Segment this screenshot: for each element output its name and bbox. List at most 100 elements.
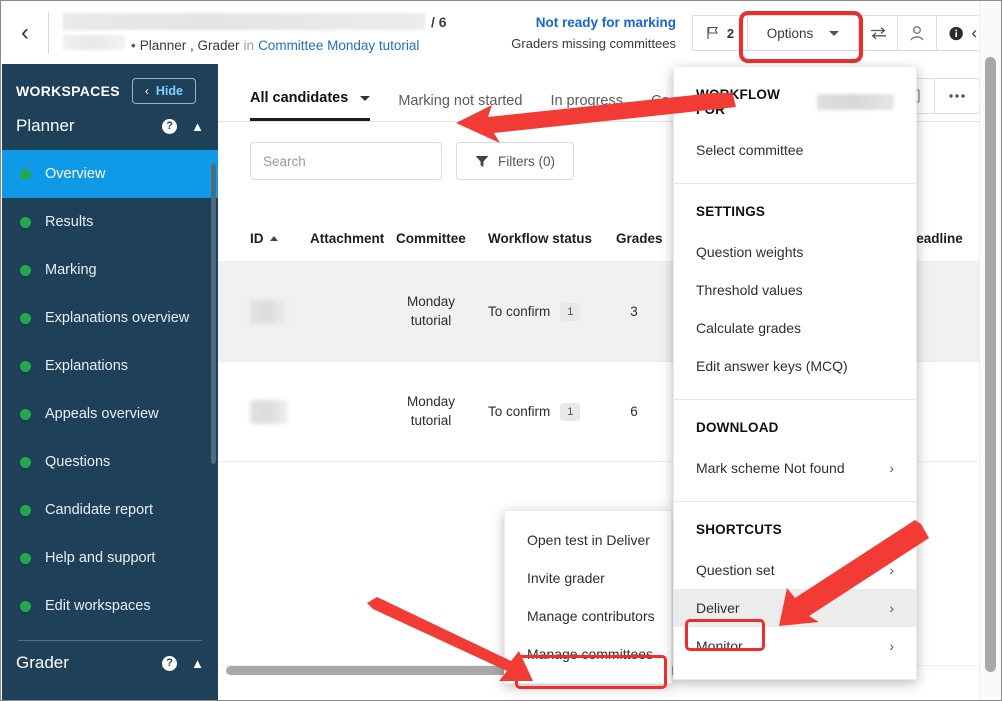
sidebar-item-marking[interactable]: Marking (2, 246, 218, 294)
option-label: Monitor (696, 638, 743, 654)
sidebar-group-grader[interactable]: Grader ? ▲ (2, 641, 218, 687)
chevron-right-icon: › (889, 460, 894, 476)
sidebar-item-questions[interactable]: Questions (2, 438, 218, 486)
section-label: DOWNLOAD (696, 420, 779, 435)
workflow-status-badge: 1 (560, 302, 581, 321)
option-threshold-values[interactable]: Threshold values (674, 271, 916, 309)
context-invite-grader[interactable]: Invite grader (505, 559, 671, 597)
sidebar-group-planner[interactable]: Planner ? ▲ (2, 104, 218, 150)
workflow-status-badge: 1 (560, 402, 581, 421)
status-dot-icon (20, 504, 31, 516)
col-grades[interactable]: Grades (616, 231, 674, 246)
status-dot-icon (20, 552, 31, 564)
option-label: Edit answer keys (MCQ) (696, 358, 848, 374)
app-header: ‹ / 6 • Planner , Grader in Committee Mo… (2, 2, 1001, 64)
option-select-committee[interactable]: Select committee (674, 131, 916, 169)
sidebar-item-results[interactable]: Results (2, 198, 218, 246)
committee-line-1: Monday (406, 394, 456, 410)
id-redacted (250, 399, 288, 424)
sidebar-item-label: Marking (45, 262, 97, 278)
sidebar-group-label: Grader (16, 653, 69, 672)
sidebar-item-label: Results (45, 214, 94, 230)
sidebar-item-help-and-support[interactable]: Help and support (2, 534, 218, 582)
transfer-button[interactable] (858, 15, 898, 51)
col-label: Workflow status (488, 231, 593, 246)
context-manage-contributors[interactable]: Manage contributors (505, 597, 671, 635)
section-label: SHORTCUTS (696, 522, 782, 537)
status-block: Not ready for marking Graders missing co… (511, 15, 676, 51)
options-button[interactable]: Options (747, 15, 859, 51)
option-label: Calculate grades (696, 320, 802, 336)
option-mark-scheme[interactable]: Mark scheme Not found › (674, 449, 916, 487)
option-question-set[interactable]: Question set › (674, 551, 916, 589)
header-button-group: 2 Options ‹ (692, 15, 990, 51)
user-icon (910, 25, 924, 40)
status-dot-icon (20, 216, 31, 228)
chevron-right-icon: › (889, 638, 894, 654)
chevron-down-icon (829, 30, 840, 36)
info-icon (949, 26, 963, 40)
funnel-icon (475, 155, 489, 167)
sidebar-item-explanations-overview[interactable]: Explanations overview (2, 294, 218, 342)
tab-in-progress[interactable]: In progress (550, 93, 623, 121)
tab-all-candidates[interactable]: All candidates (250, 90, 371, 121)
subject-redacted (63, 35, 125, 50)
header-divider (48, 12, 49, 54)
tab-completed[interactable]: Co (651, 93, 670, 121)
search-box[interactable] (250, 142, 442, 180)
workflow-target-redacted (817, 94, 894, 110)
sidebar-item-label: Overview (45, 166, 106, 182)
filters-button[interactable]: Filters (0) (456, 142, 574, 180)
search-input[interactable] (263, 153, 440, 169)
context-manage-committees[interactable]: Manage committees (505, 635, 671, 673)
option-calculate-grades[interactable]: Calculate grades (674, 309, 916, 347)
option-label: Question weights (696, 244, 804, 260)
status-detail: Graders missing committees (511, 36, 676, 51)
ellipsis-icon (949, 94, 965, 98)
option-question-weights[interactable]: Question weights (674, 233, 916, 271)
section-label: SETTINGS (696, 204, 766, 219)
sidebar-scrollbar[interactable] (211, 164, 216, 464)
options-section-download: DOWNLOAD Mark scheme Not found › (674, 400, 916, 501)
status-dot-icon (20, 408, 31, 420)
cell-grades: 3 (616, 304, 674, 319)
flag-button[interactable]: 2 (692, 15, 748, 51)
options-section-settings: SETTINGS Question weights Threshold valu… (674, 184, 916, 399)
col-attachment[interactable]: Attachment (310, 231, 396, 246)
page-count: / 6 (431, 13, 447, 30)
sidebar-item-candidate-report[interactable]: Candidate report (2, 486, 218, 534)
sidebar-group-icons: ? ▲ (162, 118, 204, 134)
tab-marking-not-started[interactable]: Marking not started (398, 93, 522, 121)
chevron-right-icon: › (889, 562, 894, 578)
sidebar-item-explanations[interactable]: Explanations (2, 342, 218, 390)
workflow-status-label: To confirm (488, 404, 551, 419)
more-options-button[interactable] (934, 78, 980, 114)
user-button[interactable] (897, 15, 937, 51)
help-icon[interactable]: ? (162, 118, 178, 134)
col-id[interactable]: ID (250, 231, 310, 246)
app-window: ‹ / 6 • Planner , Grader in Committee Mo… (0, 0, 1002, 701)
sidebar-item-edit-workspaces[interactable]: Edit workspaces (2, 582, 218, 630)
options-dropdown-panel: WORKFLOW FOR Select committee SETTINGS Q… (673, 67, 917, 680)
col-label: Committee (396, 231, 466, 246)
sidebar-item-appeals-overview[interactable]: Appeals overview (2, 390, 218, 438)
col-label: ID (250, 231, 264, 246)
col-committee[interactable]: Committee (396, 231, 488, 246)
committee-link[interactable]: Committee Monday tutorial (258, 38, 419, 53)
chevron-up-icon[interactable]: ▲ (191, 656, 204, 671)
tab-label: All candidates (250, 90, 349, 106)
option-label: Deliver (696, 600, 740, 616)
chevron-up-icon[interactable]: ▲ (191, 119, 204, 134)
option-deliver[interactable]: Deliver › (674, 589, 916, 627)
status-dot-icon (20, 312, 31, 324)
hide-sidebar-button[interactable]: ‹ Hide (131, 78, 196, 104)
sidebar-item-overview[interactable]: Overview (2, 150, 218, 198)
option-monitor[interactable]: Monitor › (674, 627, 916, 665)
vertical-scrollbar[interactable] (985, 57, 996, 672)
option-edit-answer-keys[interactable]: Edit answer keys (MCQ) (674, 347, 916, 385)
committee-line-1: Monday (406, 294, 456, 310)
help-icon[interactable]: ? (162, 655, 178, 671)
col-workflow-status[interactable]: Workflow status (488, 231, 616, 246)
back-button[interactable]: ‹ (2, 2, 48, 64)
context-open-test-in-deliver[interactable]: Open test in Deliver (505, 521, 671, 559)
